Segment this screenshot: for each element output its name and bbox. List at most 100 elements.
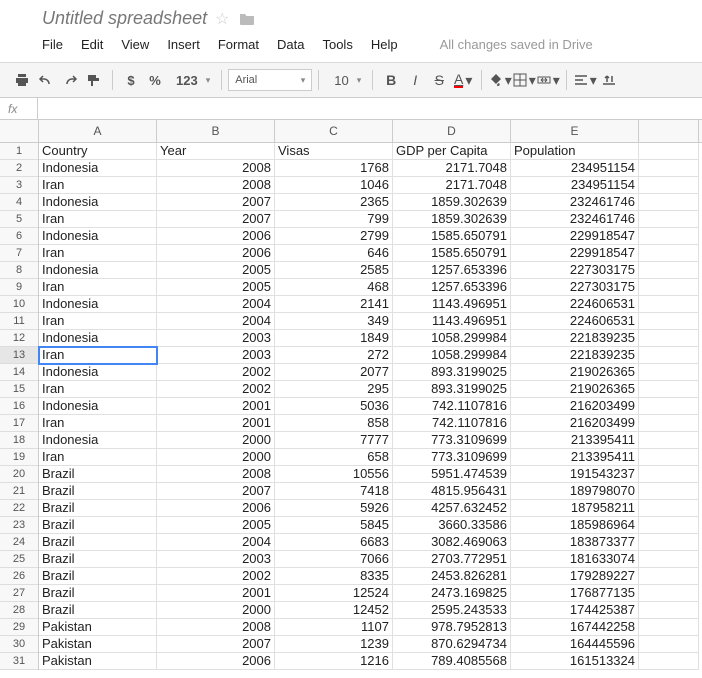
- cell[interactable]: [639, 517, 699, 534]
- cell[interactable]: 2002: [157, 381, 275, 398]
- cell[interactable]: Brazil: [39, 585, 157, 602]
- cell[interactable]: 3660.33586: [393, 517, 511, 534]
- cell[interactable]: Iran: [39, 449, 157, 466]
- cell[interactable]: [639, 211, 699, 228]
- cell[interactable]: [639, 313, 699, 330]
- cell[interactable]: 2000: [157, 432, 275, 449]
- menu-view[interactable]: View: [121, 37, 149, 52]
- cell[interactable]: [639, 194, 699, 211]
- cell[interactable]: [639, 619, 699, 636]
- cell[interactable]: 227303175: [511, 262, 639, 279]
- cell[interactable]: [639, 466, 699, 483]
- col-header-blank[interactable]: [639, 120, 699, 142]
- cell[interactable]: 1585.650791: [393, 245, 511, 262]
- row-header[interactable]: 30: [0, 636, 38, 653]
- cell[interactable]: 2000: [157, 602, 275, 619]
- font-dropdown[interactable]: Arial▾: [228, 69, 312, 91]
- cell[interactable]: 1143.496951: [393, 296, 511, 313]
- cell[interactable]: 224606531: [511, 313, 639, 330]
- row-header[interactable]: 7: [0, 245, 38, 262]
- cell[interactable]: Indonesia: [39, 160, 157, 177]
- cell[interactable]: Indonesia: [39, 262, 157, 279]
- cell[interactable]: Brazil: [39, 534, 157, 551]
- cell[interactable]: 1257.653396: [393, 262, 511, 279]
- cell[interactable]: 2141: [275, 296, 393, 313]
- row-header[interactable]: 9: [0, 279, 38, 296]
- cell[interactable]: [639, 262, 699, 279]
- cell[interactable]: 185986964: [511, 517, 639, 534]
- cell[interactable]: 2171.7048: [393, 160, 511, 177]
- text-color-button[interactable]: A▾: [451, 67, 475, 93]
- menu-format[interactable]: Format: [218, 37, 259, 52]
- undo-icon[interactable]: [34, 67, 58, 93]
- star-icon[interactable]: ☆: [215, 9, 229, 29]
- doc-title[interactable]: Untitled spreadsheet: [42, 8, 207, 29]
- row-header[interactable]: 5: [0, 211, 38, 228]
- cell[interactable]: 2171.7048: [393, 177, 511, 194]
- cell[interactable]: 213395411: [511, 432, 639, 449]
- cell[interactable]: 773.3109699: [393, 432, 511, 449]
- cell[interactable]: 2006: [157, 228, 275, 245]
- strikethrough-button[interactable]: S: [427, 67, 451, 93]
- cell[interactable]: [639, 177, 699, 194]
- row-header[interactable]: 8: [0, 262, 38, 279]
- cell[interactable]: 216203499: [511, 398, 639, 415]
- cell[interactable]: [639, 347, 699, 364]
- cell[interactable]: 858: [275, 415, 393, 432]
- cell[interactable]: 870.6294734: [393, 636, 511, 653]
- cell[interactable]: 5036: [275, 398, 393, 415]
- cell[interactable]: 7418: [275, 483, 393, 500]
- cell[interactable]: 1859.302639: [393, 211, 511, 228]
- row-header[interactable]: 2: [0, 160, 38, 177]
- cell[interactable]: Iran: [39, 415, 157, 432]
- cell[interactable]: 2001: [157, 415, 275, 432]
- cell[interactable]: [639, 296, 699, 313]
- cell[interactable]: 7777: [275, 432, 393, 449]
- cell[interactable]: [639, 279, 699, 296]
- cell[interactable]: 2799: [275, 228, 393, 245]
- cell[interactable]: Iran: [39, 177, 157, 194]
- row-header[interactable]: 16: [0, 398, 38, 415]
- cell[interactable]: 12524: [275, 585, 393, 602]
- cell[interactable]: Country: [39, 143, 157, 160]
- cell[interactable]: 232461746: [511, 211, 639, 228]
- row-header[interactable]: 3: [0, 177, 38, 194]
- cell[interactable]: [639, 483, 699, 500]
- cell[interactable]: 176877135: [511, 585, 639, 602]
- cell[interactable]: [639, 245, 699, 262]
- cell[interactable]: Brazil: [39, 568, 157, 585]
- cell[interactable]: 12452: [275, 602, 393, 619]
- cell[interactable]: [639, 330, 699, 347]
- cell[interactable]: 468: [275, 279, 393, 296]
- currency-button[interactable]: $: [119, 67, 143, 93]
- row-header[interactable]: 10: [0, 296, 38, 313]
- cell[interactable]: 1849: [275, 330, 393, 347]
- cell[interactable]: 1058.299984: [393, 330, 511, 347]
- cell[interactable]: [639, 551, 699, 568]
- row-header[interactable]: 18: [0, 432, 38, 449]
- cell[interactable]: 1239: [275, 636, 393, 653]
- cell[interactable]: 8335: [275, 568, 393, 585]
- cell[interactable]: 2003: [157, 347, 275, 364]
- cell[interactable]: 2001: [157, 398, 275, 415]
- cell[interactable]: 2004: [157, 296, 275, 313]
- cell[interactable]: 167442258: [511, 619, 639, 636]
- cell[interactable]: Pakistan: [39, 636, 157, 653]
- cell[interactable]: Indonesia: [39, 364, 157, 381]
- cell[interactable]: Iran: [39, 381, 157, 398]
- cell[interactable]: 227303175: [511, 279, 639, 296]
- cell[interactable]: 1143.496951: [393, 313, 511, 330]
- cell[interactable]: Iran: [39, 245, 157, 262]
- cell[interactable]: 2004: [157, 313, 275, 330]
- row-header[interactable]: 23: [0, 517, 38, 534]
- cell[interactable]: 646: [275, 245, 393, 262]
- cell[interactable]: Indonesia: [39, 330, 157, 347]
- folder-icon[interactable]: [239, 12, 255, 26]
- cell[interactable]: 234951154: [511, 160, 639, 177]
- cell[interactable]: Brazil: [39, 483, 157, 500]
- row-header[interactable]: 21: [0, 483, 38, 500]
- cell[interactable]: 2006: [157, 500, 275, 517]
- row-header[interactable]: 11: [0, 313, 38, 330]
- fill-color-button[interactable]: ▾: [488, 67, 512, 93]
- cell[interactable]: 349: [275, 313, 393, 330]
